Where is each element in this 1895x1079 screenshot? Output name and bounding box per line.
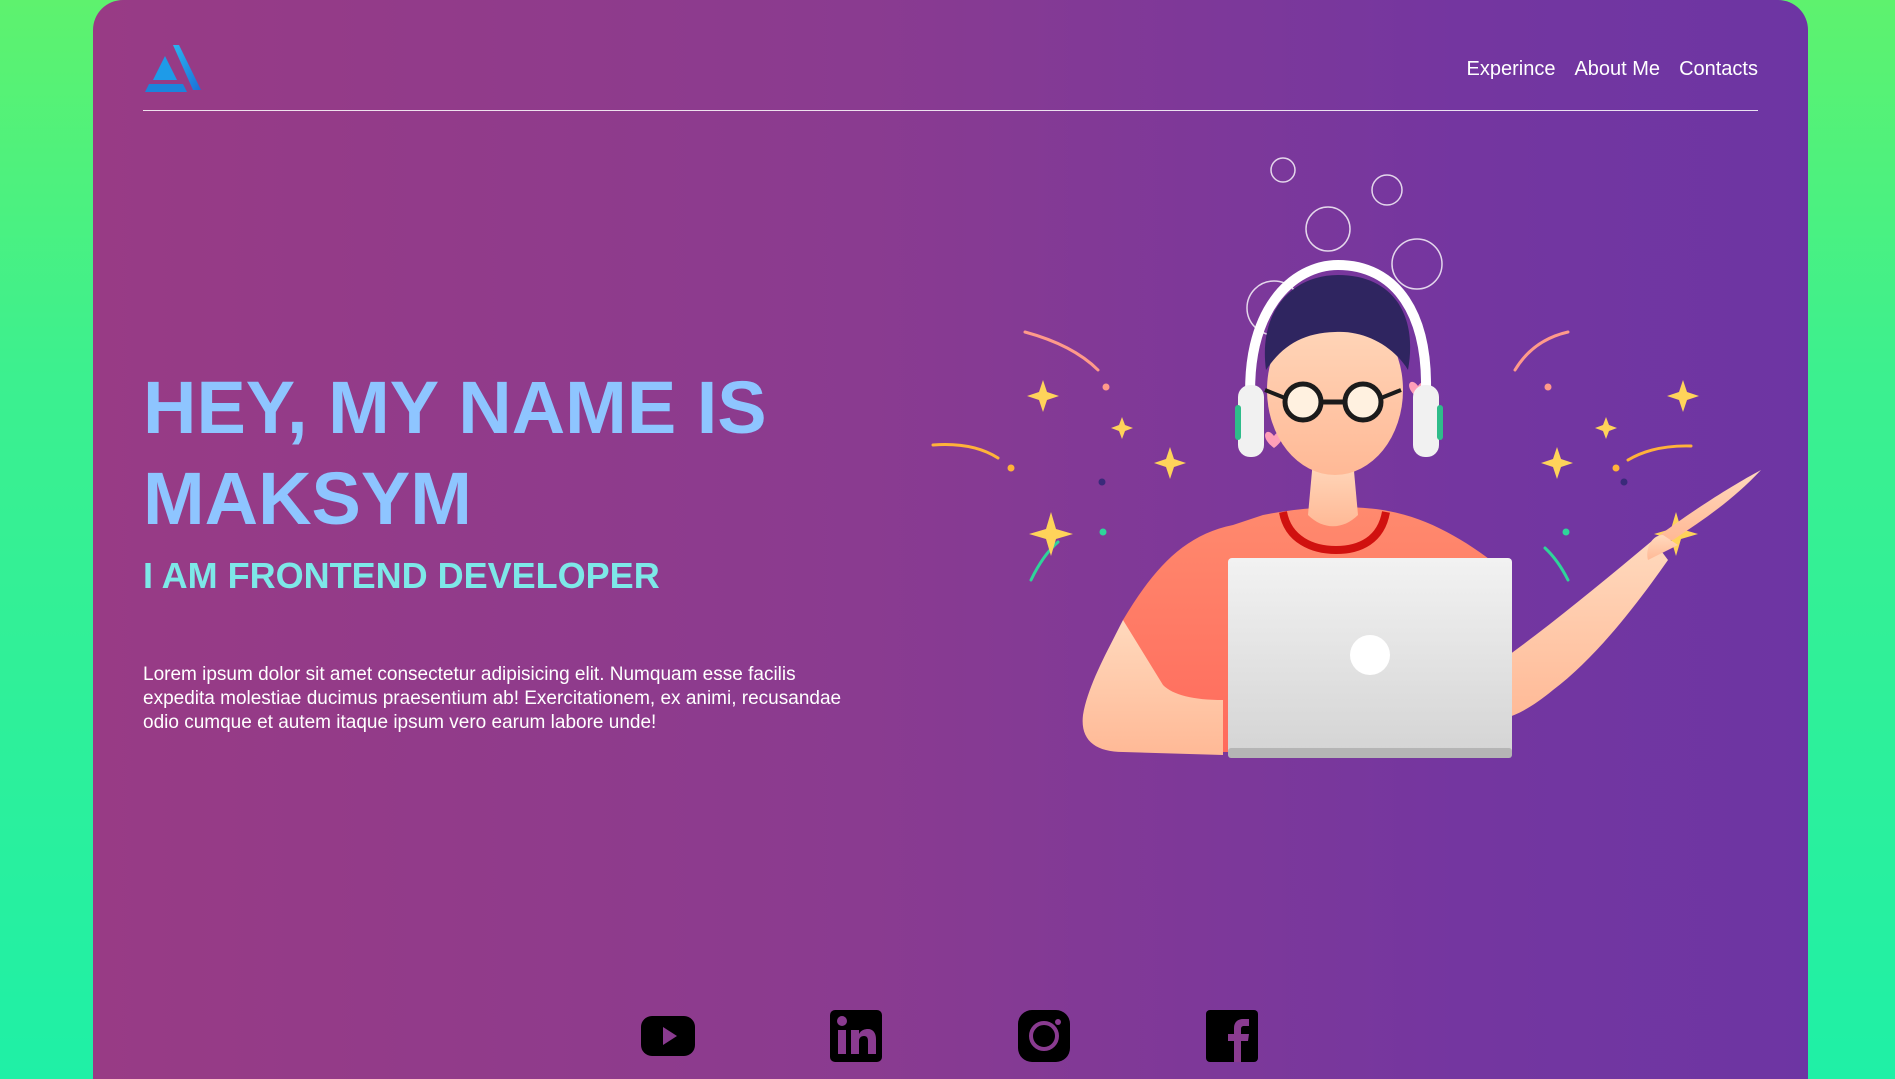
developer-character bbox=[1082, 259, 1761, 758]
nav-link-about-me[interactable]: About Me bbox=[1574, 58, 1660, 81]
youtube-icon[interactable] bbox=[640, 1008, 696, 1064]
main-card: Experince About Me Contacts HEY, MY NAME… bbox=[93, 0, 1808, 1079]
developer-illustration bbox=[931, 157, 1761, 758]
nav-link-contacts[interactable]: Contacts bbox=[1679, 58, 1758, 81]
facebook-icon[interactable] bbox=[1204, 1008, 1260, 1064]
instagram-icon[interactable] bbox=[1016, 1008, 1072, 1064]
nav-link-experience[interactable]: Experince bbox=[1467, 58, 1556, 81]
linkedin-icon[interactable] bbox=[828, 1008, 884, 1064]
hero-title: HEY, MY NAME IS MAKSYM bbox=[143, 366, 767, 540]
main-nav: Experince About Me Contacts bbox=[1467, 58, 1758, 81]
logo-icon[interactable] bbox=[145, 42, 203, 94]
social-links bbox=[93, 1008, 1808, 1064]
site-header: Experince About Me Contacts bbox=[143, 40, 1758, 111]
hero-subtitle: I AM FRONTEND DEVELOPER bbox=[143, 555, 660, 596]
hero-description: Lorem ipsum dolor sit amet consectetur a… bbox=[143, 664, 842, 733]
